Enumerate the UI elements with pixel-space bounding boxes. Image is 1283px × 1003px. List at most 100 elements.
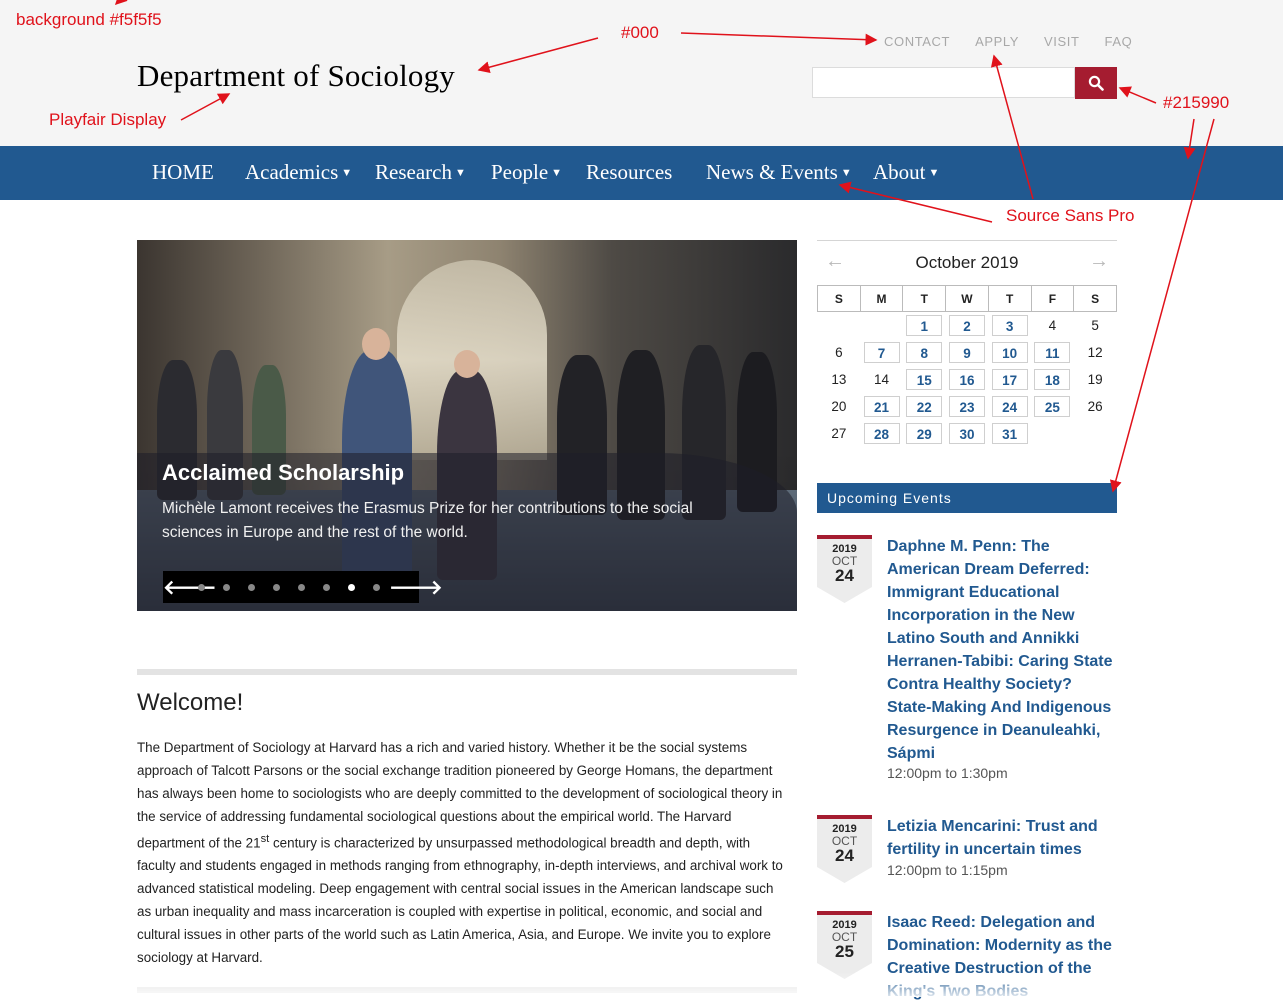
calendar-day-cell <box>818 312 861 340</box>
nav-item-home[interactable]: HOME <box>152 160 214 185</box>
calendar-week-row: 27 28 29 30 31 <box>818 420 1117 447</box>
slider-dot-active[interactable] <box>348 583 355 591</box>
calendar-day-cell: 1 <box>903 312 946 340</box>
calendar-day-cell: 16 <box>946 366 989 393</box>
calendar-event-day-link[interactable]: 31 <box>991 423 1028 444</box>
calendar-day-cell: 5 <box>1091 318 1099 333</box>
calendar-day-cell: 8 <box>903 339 946 366</box>
photo-figure-head <box>454 350 480 378</box>
search-icon <box>1088 75 1104 91</box>
nav-item-research[interactable]: Research ▼ <box>375 160 466 185</box>
util-link-contact[interactable]: CONTACT <box>884 34 950 49</box>
calendar-event-day-link[interactable]: 8 <box>906 342 943 363</box>
calendar-day-cell: 6 <box>835 345 843 360</box>
site-header: Department of Sociology CONTACT APPLY VI… <box>0 0 1283 146</box>
caret-down-icon: ▼ <box>551 167 563 179</box>
calendar-event-day-link[interactable]: 23 <box>948 396 985 417</box>
calendar-weekday-row: S M T W T F S <box>817 285 1117 312</box>
calendar-event-day-link[interactable]: 9 <box>948 342 985 363</box>
weekday-header: F <box>1030 285 1075 312</box>
calendar-event-day-link[interactable]: 18 <box>1034 369 1071 390</box>
welcome-text-sup: st <box>260 833 270 845</box>
calendar-event-day-link[interactable]: 29 <box>906 423 943 444</box>
calendar-day-cell: 10 <box>988 339 1031 366</box>
calendar-event-day-link[interactable]: 7 <box>863 342 900 363</box>
calendar-event-day-link[interactable]: 24 <box>991 396 1028 417</box>
calendar-top-rule <box>817 240 1117 241</box>
event-date-badge: 2019 OCT 24 <box>817 815 872 883</box>
util-link-apply[interactable]: APPLY <box>975 34 1019 49</box>
hero-slider[interactable]: Acclaimed Scholarship Michèle Lamont rec… <box>137 240 797 611</box>
caret-down-icon: ▼ <box>454 167 466 179</box>
event-title-link[interactable]: Letizia Mencarini: Trust and fertility i… <box>887 815 1119 861</box>
event-title-link[interactable]: Daphne M. Penn: The American Dream Defer… <box>887 535 1119 765</box>
nav-label: Academics <box>245 160 339 184</box>
calendar-event-day-link[interactable]: 16 <box>948 369 985 390</box>
calendar-day-cell: 9 <box>946 339 989 366</box>
calendar-day-cell: 15 <box>903 366 946 393</box>
event-time: 12:00pm to 1:15pm <box>887 862 1008 878</box>
slider-prev-arrow-icon[interactable]: 🡐 <box>163 575 217 600</box>
nav-item-academics[interactable]: Academics ▼ <box>245 160 352 185</box>
calendar-event-day-link[interactable]: 1 <box>906 315 943 336</box>
search-input[interactable] <box>812 67 1075 98</box>
event-day: 24 <box>835 846 854 865</box>
calendar-event-day-link[interactable]: 17 <box>991 369 1028 390</box>
nav-item-people[interactable]: People ▼ <box>491 160 562 185</box>
calendar-grid: S M T W T F S 1 2 3 4 5 6 7 8 9 10 11 12 13 14 15 16 17 1… <box>817 285 1117 447</box>
calendar-event-day-link[interactable]: 10 <box>991 342 1028 363</box>
calendar-event-day-link[interactable]: 22 <box>906 396 943 417</box>
calendar-day-cell: 26 <box>1087 399 1103 414</box>
calendar-day-cell <box>1031 420 1074 447</box>
slide-title[interactable]: Acclaimed Scholarship <box>162 460 404 486</box>
calendar-day-cell: 12 <box>1087 345 1103 360</box>
annotation-font-serif: Playfair Display <box>49 110 167 129</box>
calendar-event-day-link[interactable]: 21 <box>863 396 900 417</box>
search-button[interactable] <box>1075 67 1117 99</box>
calendar-day-cell: 30 <box>946 420 989 447</box>
util-link-visit[interactable]: VISIT <box>1044 34 1080 49</box>
calendar-day-cell: 20 <box>831 399 847 414</box>
slider-dot[interactable] <box>273 583 280 591</box>
event-time: 12:00pm to 1:30pm <box>887 765 1008 781</box>
calendar-month: October 2019 <box>915 253 1019 272</box>
calendar-day-cell <box>860 312 903 340</box>
calendar-event-day-link[interactable]: 28 <box>863 423 900 444</box>
site-title[interactable]: Department of Sociology <box>137 58 455 94</box>
nav-item-about[interactable]: About ▼ <box>873 160 939 185</box>
calendar-event-day-link[interactable]: 2 <box>948 315 985 336</box>
slider-dot[interactable] <box>298 583 305 591</box>
util-link-faq[interactable]: FAQ <box>1105 34 1133 49</box>
slider-dot[interactable] <box>248 583 255 591</box>
nav-item-news-events[interactable]: News & Events ▼ <box>706 160 852 185</box>
nav-item-resources[interactable]: Resources <box>586 160 672 185</box>
weekday-header: T <box>987 285 1032 312</box>
calendar-day-cell: 7 <box>860 339 903 366</box>
calendar-event-day-link[interactable]: 15 <box>906 369 943 390</box>
welcome-text: The Department of Sociology at Harvard h… <box>137 736 787 969</box>
slider-dot[interactable] <box>323 583 330 591</box>
calendar-week-row: 6 7 8 9 10 11 12 <box>818 339 1117 366</box>
main-nav: HOME Academics ▼ Research ▼ People ▼ Resour… <box>0 146 1283 200</box>
calendar-day-cell: 25 <box>1031 393 1074 420</box>
slider-dot[interactable] <box>373 583 380 591</box>
calendar-event-day-link[interactable]: 25 <box>1034 396 1071 417</box>
calendar-event-day-link[interactable]: 3 <box>991 315 1028 336</box>
calendar-day-cell: 13 <box>831 372 847 387</box>
welcome-text-part: century is characterized by unsurpassed … <box>137 835 783 966</box>
slider-dot[interactable] <box>223 583 230 591</box>
calendar-week-row: 123 4 5 <box>818 312 1117 340</box>
slider-next-arrow-icon[interactable]: 🡒 <box>389 575 443 600</box>
calendar-event-day-link[interactable]: 30 <box>948 423 985 444</box>
nav-label: News & Events <box>706 160 838 184</box>
event-date-badge: 2019 OCT 25 <box>817 911 872 979</box>
calendar-event-day-link[interactable]: 11 <box>1034 342 1071 363</box>
annotation-background: background #f5f5f5 <box>16 10 162 29</box>
annotation-nav-color: #215990 <box>1163 93 1230 112</box>
weekday-header: T <box>902 285 947 312</box>
slider-dot[interactable] <box>198 583 205 591</box>
calendar-week-row: 13 14 15 16 17 18 19 <box>818 366 1117 393</box>
calendar-day-cell: 21 <box>860 393 903 420</box>
annotation-black: #000 <box>621 23 659 42</box>
calendar-day-cell: 17 <box>988 366 1031 393</box>
